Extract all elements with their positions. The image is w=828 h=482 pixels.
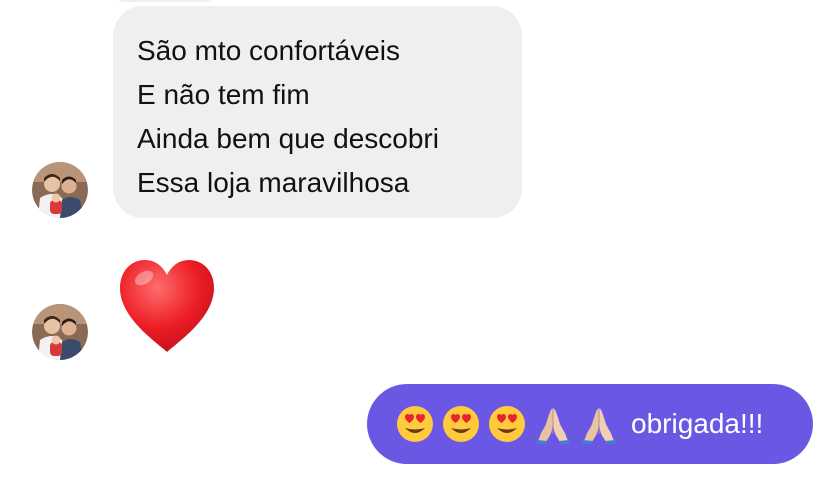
emoji-sequence [395,404,619,444]
message-line: Ainda bem que descobri [137,123,439,154]
previous-message-bubble[interactable] [116,0,214,2]
message-line: E não tem fim [137,79,310,110]
sender-avatar[interactable] [32,304,88,360]
outgoing-message-text: obrigada!!! [631,408,764,439]
chat-thread: São mto confortáveis E não tem fim Ainda… [0,0,828,482]
outgoing-message-bubble[interactable]: obrigada!!! [367,384,813,464]
folded-hands-icon [536,408,570,444]
incoming-message-bubble[interactable]: São mto confortáveis E não tem fim Ainda… [113,6,522,218]
heart-icon [120,260,214,352]
sender-avatar[interactable] [32,162,88,218]
heart-eyes-icon [397,406,433,442]
heart-emoji-reaction[interactable] [116,256,218,358]
message-line: Essa loja maravilhosa [137,167,410,198]
message-line: São mto confortáveis [137,35,401,66]
heart-eyes-icon [443,406,479,442]
heart-eyes-icon [489,406,525,442]
folded-hands-icon [582,408,616,444]
